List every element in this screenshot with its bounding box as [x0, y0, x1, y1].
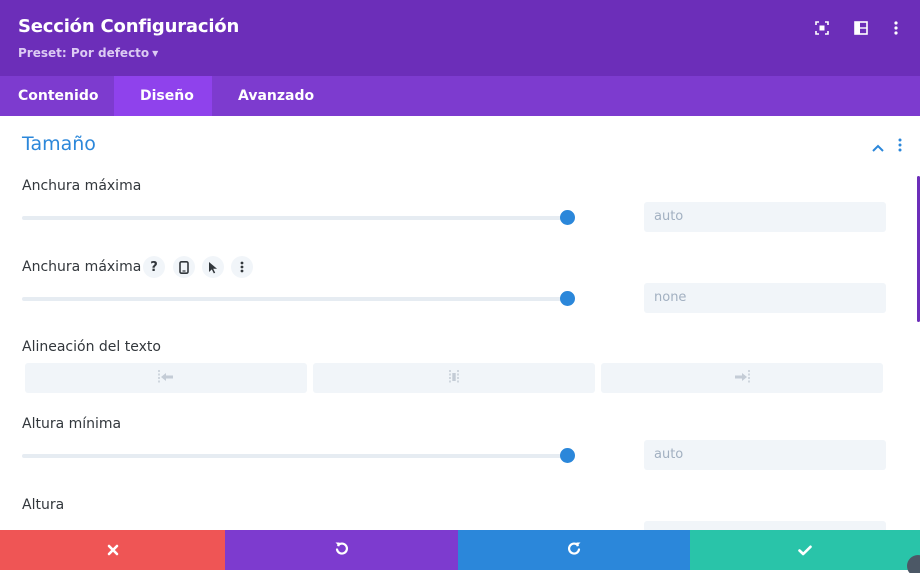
- mobile-icon[interactable]: [173, 256, 195, 278]
- max-width-2-input[interactable]: none: [644, 283, 886, 313]
- max-width-input[interactable]: auto: [644, 202, 886, 232]
- undo-button[interactable]: [225, 530, 458, 570]
- min-height-input[interactable]: auto: [644, 440, 886, 470]
- tab-diseno[interactable]: Diseño: [114, 76, 212, 116]
- height-input[interactable]: [644, 521, 886, 530]
- align-center-button[interactable]: [313, 363, 595, 393]
- split-view-icon[interactable]: [851, 18, 871, 38]
- max-width-slider-handle[interactable]: [560, 210, 575, 225]
- settings-panel: Tamaño Anchura máxima auto Anchura máxim…: [0, 116, 920, 530]
- modal-title: Sección Configuración: [18, 16, 240, 37]
- field-options-icon[interactable]: [231, 256, 253, 278]
- cancel-button[interactable]: [0, 530, 225, 570]
- section-title: Tamaño: [22, 133, 96, 155]
- resize-handle-icon[interactable]: [907, 555, 920, 573]
- chevron-up-icon[interactable]: [870, 139, 886, 152]
- fullscreen-icon[interactable]: [812, 18, 832, 38]
- text-align-label: Alineación del texto: [22, 339, 161, 355]
- save-button[interactable]: [690, 530, 920, 570]
- min-height-label: Altura mínima: [22, 416, 122, 432]
- max-width-label: Anchura máxima: [22, 178, 142, 194]
- tab-contenido[interactable]: Contenido: [0, 76, 116, 116]
- max-width-2-slider-handle[interactable]: [560, 291, 575, 306]
- align-right-icon: [733, 369, 751, 388]
- caret-down-icon: ▼: [152, 49, 159, 58]
- tab-bar: Contenido Diseño Avanzado: [0, 76, 920, 116]
- redo-icon: [566, 540, 582, 560]
- modal-header: Sección Configuración Preset: Por defect…: [0, 0, 920, 76]
- close-icon: [107, 541, 119, 560]
- redo-button[interactable]: [458, 530, 690, 570]
- align-center-icon: [445, 369, 463, 388]
- align-left-button[interactable]: [25, 363, 307, 393]
- section-options-icon[interactable]: [893, 137, 907, 153]
- action-bar: [0, 530, 920, 570]
- height-label: Altura: [22, 497, 65, 513]
- preset-dropdown[interactable]: Preset: Por defecto ▼: [18, 46, 158, 60]
- max-width-2-slider-track[interactable]: [22, 297, 567, 301]
- align-right-button[interactable]: [601, 363, 883, 393]
- align-left-icon: [157, 369, 175, 388]
- preset-label: Preset: Por defecto: [18, 46, 150, 60]
- tab-avanzado[interactable]: Avanzado: [220, 76, 332, 116]
- more-options-icon[interactable]: [886, 18, 906, 38]
- max-width-label-2: Anchura máxima: [22, 259, 142, 275]
- check-icon: [798, 541, 812, 560]
- undo-icon: [334, 540, 350, 560]
- help-icon[interactable]: ?: [143, 256, 165, 278]
- max-width-slider-track[interactable]: [22, 216, 567, 220]
- cursor-icon[interactable]: [202, 256, 224, 278]
- min-height-slider-handle[interactable]: [560, 448, 575, 463]
- min-height-slider-track[interactable]: [22, 454, 567, 458]
